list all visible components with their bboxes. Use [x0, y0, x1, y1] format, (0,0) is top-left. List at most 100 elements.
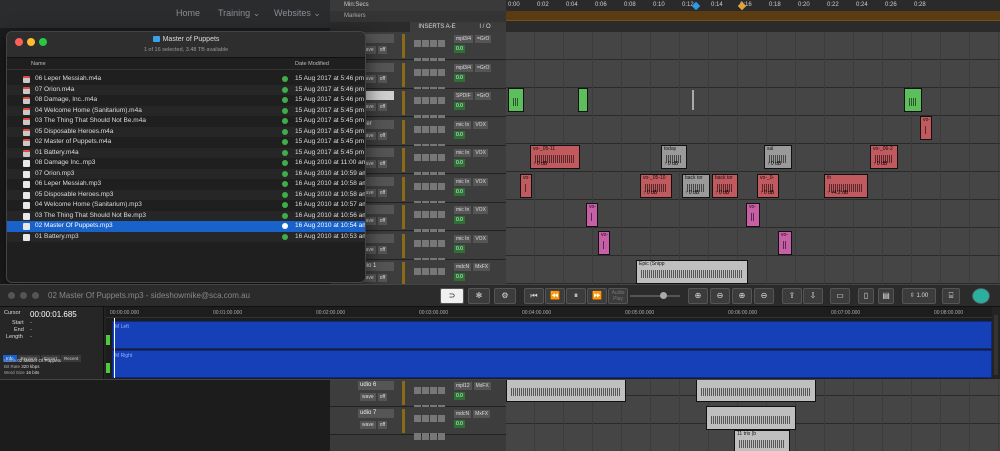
track-state[interactable]: off	[377, 274, 388, 282]
track-output[interactable]: =GrO	[475, 35, 492, 43]
zoom-selection-icon[interactable]: ⊖	[754, 288, 774, 304]
track-volume[interactable]: 0.0	[454, 102, 465, 110]
track-output[interactable]: VOX	[473, 120, 488, 129]
audio-clip[interactable]	[696, 378, 816, 402]
audio-clip[interactable]: vo-_0- ↑ 0 dB	[757, 174, 779, 198]
audio-clip[interactable]: 11 trix (b	[734, 430, 790, 451]
file-row[interactable]: 08 Damage Inc..mp3 16 Aug 2010 at 11:00 a…	[7, 158, 365, 169]
track-volume[interactable]: 0.0	[454, 130, 465, 139]
insert-slots[interactable]	[414, 91, 452, 140]
file-row[interactable]: 07 Orion.m4a 15 Aug 2017 at 5:46 pm	[7, 84, 365, 95]
insert-slots[interactable]	[414, 262, 452, 311]
audio-play-button[interactable]: Audio Play	[608, 288, 628, 304]
track-volume[interactable]: 0.0	[454, 187, 465, 196]
layout-icon[interactable]: ▤	[878, 288, 894, 304]
insert-slots[interactable]	[414, 381, 452, 430]
file-row[interactable]: 02 Master Of Puppets.mp3 16 Aug 2010 at 1…	[7, 221, 365, 232]
audio-clip[interactable]	[904, 88, 922, 112]
rewind-icon[interactable]: ⏪	[545, 288, 565, 304]
insert-slots[interactable]	[414, 177, 452, 226]
track-header[interactable]: udio 6 wave off mpl12 MxFX 0.0	[330, 378, 506, 430]
audio-clip[interactable]: vo-	[586, 203, 598, 227]
import-icon[interactable]: ⇩	[803, 288, 823, 304]
track-name[interactable]: udio 7	[358, 409, 394, 418]
track-volume[interactable]: 0.0	[454, 45, 465, 53]
status-icon[interactable]	[972, 288, 990, 304]
insert-slots[interactable]	[414, 148, 452, 197]
zoom-value[interactable]: ⇳ 1.00	[902, 288, 936, 304]
track-output[interactable]: MxFX	[473, 410, 491, 418]
editor-time-ruler[interactable]: 00:00:00.000 00:01:00.000 00:02:00.000 00:0…	[106, 307, 992, 318]
track-mode[interactable]: wave	[360, 392, 376, 401]
track-name[interactable]: udio 6	[358, 380, 394, 390]
track-state[interactable]: off	[377, 392, 388, 401]
timeline-ruler[interactable]: 0:000:020:040:060:080:100:120:140:160:18…	[506, 0, 1000, 11]
track-output[interactable]: MxFX	[473, 381, 491, 390]
file-row[interactable]: 07 Orion.mp3 16 Aug 2010 at 10:59 am	[7, 168, 365, 179]
audio-clip[interactable]	[578, 88, 588, 112]
audio-clip[interactable]: vo-	[746, 203, 760, 227]
audio-clip[interactable]: vo-	[598, 231, 610, 255]
zoom-out-icon[interactable]: ⊖	[710, 288, 730, 304]
audio-clip[interactable]	[706, 406, 796, 430]
markers-ruler[interactable]	[506, 11, 1000, 21]
minimize-icon[interactable]	[20, 292, 27, 299]
track-state[interactable]: off	[377, 103, 388, 111]
audio-clip[interactable]: vo-_05-10 ↑ 0 dB	[640, 174, 672, 198]
audio-clip[interactable]: back tor ↑ 0 dB	[682, 174, 710, 198]
file-row[interactable]: 05 Disposable Heroes.mp3 16 Aug 2010 at 1…	[7, 189, 365, 200]
track-output[interactable]: VOX	[473, 177, 488, 186]
track-input[interactable]: mic In	[454, 149, 472, 157]
insert-slots[interactable]	[414, 205, 452, 254]
track-volume[interactable]: 0.0	[454, 420, 465, 428]
track-state[interactable]: off	[377, 245, 388, 254]
file-row[interactable]: 06 Leper Messiah.m4a 15 Aug 2017 at 5:46 …	[7, 74, 365, 85]
name-column-header[interactable]: Name	[31, 61, 46, 67]
file-row[interactable]: 01 Battery.m4a 15 Aug 2017 at 5:45 pm	[7, 147, 365, 158]
close-icon[interactable]	[8, 292, 15, 299]
file-row[interactable]: 04 Welcome Home (Sanitarium).mp3 16 Aug 2…	[7, 200, 365, 211]
audio-clip[interactable]: vo-	[778, 231, 792, 255]
track-state[interactable]: off	[377, 160, 388, 168]
date-column-header[interactable]: Date Modified	[295, 61, 329, 67]
audio-clip[interactable]: Epic (Snipp	[636, 260, 748, 284]
track-volume[interactable]: 0.0	[454, 216, 465, 224]
finder-titlebar[interactable]: Master of Puppets 1 of 16 selected, 3.48…	[7, 32, 365, 58]
track-input[interactable]: mpl3/4	[454, 35, 474, 43]
page-icon[interactable]: ▯	[858, 288, 874, 304]
file-row[interactable]: 02 Master of Puppets.m4a 15 Aug 2017 at 5…	[7, 137, 365, 148]
file-row[interactable]: 06 Leper Messiah.mp3 16 Aug 2010 at 10:58…	[7, 179, 365, 190]
track-volume[interactable]: 0.0	[454, 391, 465, 400]
insert-slots[interactable]	[414, 63, 452, 112]
nav-home-link[interactable]: Home	[176, 8, 200, 18]
file-row[interactable]: 03 The Thing That Should Not Be.m4a 15 Au…	[7, 116, 365, 127]
audio-clip[interactable]: vo-_06-2 ↑ 0 dB	[870, 145, 898, 169]
nav-training-link[interactable]: Training ⌄	[218, 8, 260, 19]
track-input[interactable]: mic In	[454, 206, 472, 214]
playhead-line[interactable]	[114, 318, 115, 378]
track-state[interactable]: off	[377, 46, 388, 54]
track-header[interactable]: udio 7 wave off mdcN MxFX 0.0	[330, 407, 506, 440]
audio-clip[interactable]	[508, 88, 524, 112]
insert-slots[interactable]	[414, 234, 452, 283]
track-volume[interactable]: 0.0	[454, 159, 465, 167]
audio-clip[interactable]: vo-	[920, 116, 932, 140]
track-output[interactable]: VOX	[473, 234, 488, 243]
edit-window-lanes[interactable]: vo- vo-_05-11 ↑ 0 dB today ↑ 0 dB sal ↑ 0 d…	[506, 32, 1000, 451]
track-input[interactable]: mic In	[454, 234, 472, 243]
pause-icon[interactable]: ⏸	[566, 288, 586, 304]
track-input[interactable]: mdcN	[454, 410, 472, 418]
track-state[interactable]: off	[377, 421, 388, 429]
settings-icon[interactable]: ⚙	[494, 288, 516, 304]
track-input[interactable]: mic In	[454, 120, 472, 129]
audio-clip[interactable]: sal ↑ 0 dB	[764, 145, 792, 169]
audio-clip[interactable]	[506, 378, 626, 402]
file-row[interactable]: 03 The Thing That Should Not Be.mp3 16 Au…	[7, 210, 365, 221]
track-input[interactable]: mic In	[454, 177, 472, 186]
track-output[interactable]: =GrO	[475, 63, 492, 72]
insert-slots[interactable]	[414, 34, 452, 83]
track-input[interactable]: mdcN	[454, 263, 472, 271]
track-state[interactable]: off	[377, 188, 388, 197]
file-row[interactable]: 05 Disposable Heroes.m4a 15 Aug 2017 at 5…	[7, 126, 365, 137]
folder-icon[interactable]: ▭	[830, 288, 850, 304]
